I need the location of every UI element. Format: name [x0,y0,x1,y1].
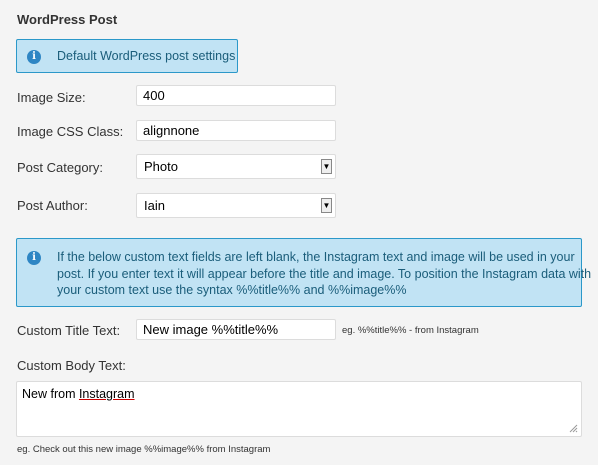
info-icon: i [27,50,41,64]
default-settings-notice: i Default WordPress post settings [16,39,238,73]
post-author-value: Iain [144,198,165,213]
post-category-value: Photo [144,159,178,174]
custom-body-hint: eg. Check out this new image %%image%% f… [17,444,271,455]
image-size-input[interactable]: 400 [136,85,336,106]
custom-body-word: Instagram [78,387,135,401]
chevron-down-icon: ▼ [321,159,332,174]
post-category-select[interactable]: Photo ▼ [136,154,336,179]
post-author-label: Post Author: [17,198,88,213]
notice-line-1: If the below custom text fields are left… [57,250,575,264]
custom-title-input[interactable]: New image %%title%% [136,319,336,340]
custom-title-hint: eg. %%title%% - from Instagram [342,325,479,336]
post-category-label: Post Category: [17,160,103,175]
resize-grip-icon[interactable] [569,424,578,433]
notice-line-2: post. If you enter text it will appear b… [57,266,592,281]
custom-body-textarea[interactable]: New from Instagram [16,381,582,437]
custom-title-label: Custom Title Text: [17,323,121,338]
info-icon: i [27,251,41,265]
custom-text-notice-body: If the below custom text fields are left… [57,249,591,299]
default-settings-text: Default WordPress post settings [57,49,236,63]
custom-body-label: Custom Body Text: [17,358,126,373]
image-css-class-label: Image CSS Class: [17,124,124,139]
image-css-class-input[interactable]: alignnone [136,120,336,141]
custom-body-text: New from [22,387,79,401]
chevron-down-icon: ▼ [321,198,332,213]
notice-line-3: your custom text use the syntax %%title%… [57,283,407,297]
image-size-label: Image Size: [17,90,86,105]
custom-text-notice: i If the below custom text fields are le… [16,238,591,307]
section-title: WordPress Post [17,12,118,27]
post-author-select[interactable]: Iain ▼ [136,193,336,218]
